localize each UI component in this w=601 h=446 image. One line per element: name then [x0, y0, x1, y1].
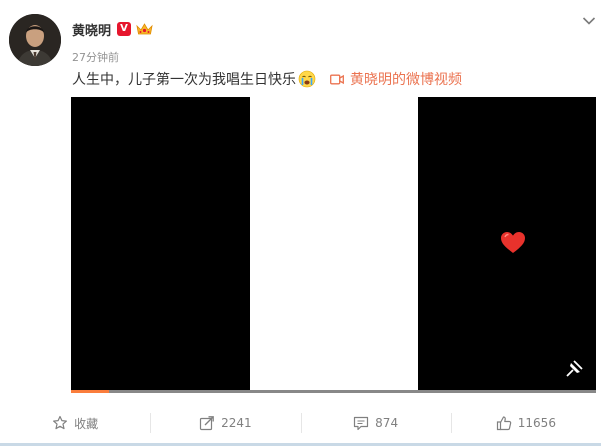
- author-name[interactable]: 黄晓明: [72, 20, 111, 39]
- repost-button[interactable]: 2241: [150, 404, 300, 442]
- video-progress-bar[interactable]: [71, 390, 596, 393]
- video-progress-fill: [71, 390, 109, 393]
- avatar[interactable]: [9, 14, 61, 66]
- post-text: 人生中，儿子第一次为我唱生日快乐: [72, 72, 296, 88]
- video-link-label[interactable]: 黄晓明的微博视频: [350, 69, 462, 89]
- video-player[interactable]: [71, 97, 596, 393]
- video-icon: [330, 74, 344, 84]
- comment-button[interactable]: 874: [300, 404, 451, 442]
- crying-emoji-icon: [298, 70, 316, 88]
- comment-count[interactable]: 874: [375, 416, 398, 430]
- comment-icon: [354, 416, 369, 431]
- verified-badge[interactable]: V: [117, 22, 132, 36]
- post-content: 人生中，儿子第一次为我唱生日快乐 黄晓明的微博视频: [72, 70, 462, 88]
- star-icon: [53, 415, 68, 430]
- favorite-label[interactable]: 收藏: [74, 415, 98, 432]
- video-source-link[interactable]: 黄晓明的微博视频: [330, 69, 462, 89]
- weibo-card: 黄晓明 V 27分钟前 人生中，儿子第一次为我唱生日快乐 黄晓明的微博视频 收藏…: [0, 0, 601, 446]
- post-time[interactable]: 27分钟前: [72, 49, 119, 65]
- share-icon: [199, 416, 214, 431]
- thumbs-up-icon: [496, 416, 512, 431]
- like-count[interactable]: 11656: [518, 416, 556, 430]
- pip-icon[interactable]: [565, 360, 583, 378]
- chevron-down-icon[interactable]: [582, 16, 596, 26]
- like-button[interactable]: 11656: [450, 404, 601, 442]
- video-frame: [250, 97, 525, 390]
- heart-icon: [501, 232, 525, 253]
- favorite-button[interactable]: 收藏: [0, 404, 150, 442]
- author-row: 黄晓明 V: [72, 20, 153, 39]
- action-bar: 收藏 2241 874 11656: [0, 404, 601, 442]
- crown-icon[interactable]: [136, 22, 153, 36]
- repost-count[interactable]: 2241: [221, 416, 252, 430]
